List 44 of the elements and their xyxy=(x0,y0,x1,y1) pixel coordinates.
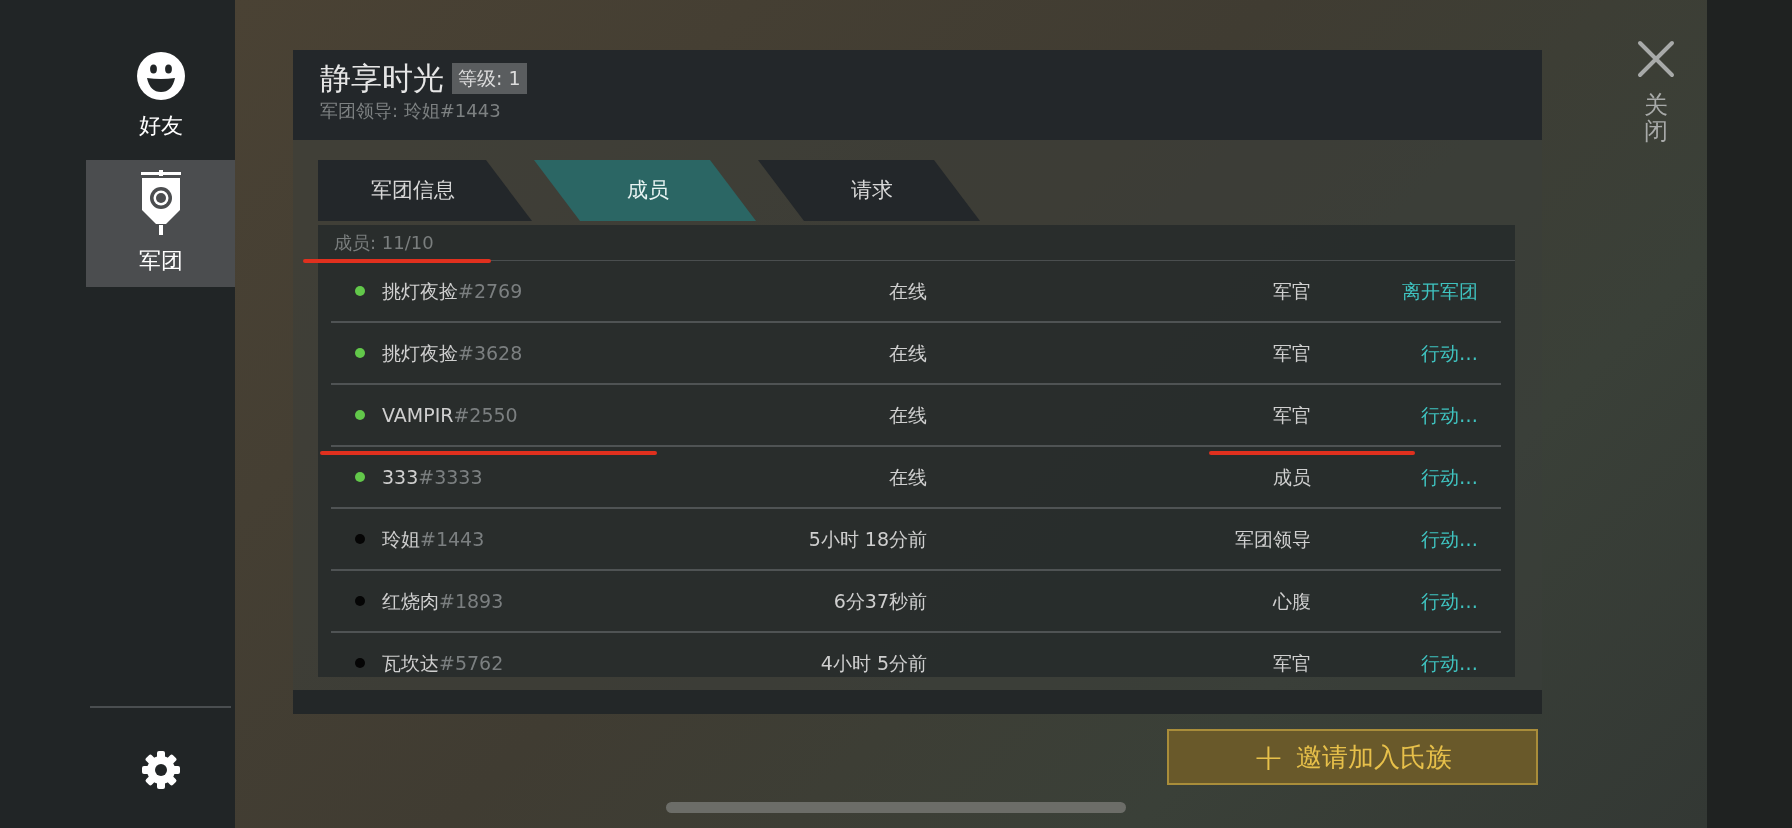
member-name: 玲姐#1443 xyxy=(382,526,486,552)
invite-button[interactable]: + 邀请加入氏族 xyxy=(1167,729,1538,785)
members-count: 成员: 11/10 xyxy=(334,231,434,255)
member-role: 成员 xyxy=(1272,464,1311,490)
member-name: 挑灯夜捡#3628 xyxy=(382,340,524,366)
member-status: 在线 xyxy=(888,278,927,304)
member-name: 瓦坎达#5762 xyxy=(382,650,505,676)
smiley-icon xyxy=(135,51,186,101)
leader-label: 军团领导: 玲姐#1443 xyxy=(320,99,502,124)
member-role: 军官 xyxy=(1272,340,1311,366)
member-name: 挑灯夜捡#2769 xyxy=(382,278,524,304)
member-role: 军官 xyxy=(1272,278,1311,304)
plus-icon: + xyxy=(1252,738,1285,776)
action-link[interactable]: 离开军团 xyxy=(1311,276,1478,306)
banner-icon xyxy=(138,170,183,236)
tab[interactable]: 请求 xyxy=(758,160,980,221)
member-role: 军团领导 xyxy=(1234,526,1311,552)
action-link[interactable]: 行动… xyxy=(1311,524,1478,554)
tab[interactable]: 军团信息 xyxy=(318,160,532,221)
sidebar-item[interactable]: 军团 xyxy=(86,160,235,287)
clan-title: 静享时光 xyxy=(320,60,444,98)
action-link[interactable]: 行动… xyxy=(1311,586,1478,616)
action-link[interactable]: 行动… xyxy=(1311,338,1478,368)
member-role: 军官 xyxy=(1272,650,1311,676)
action-link[interactable]: 行动… xyxy=(1311,400,1478,430)
member-status: 6分37秒前 xyxy=(832,588,927,614)
member-status: 5小时 18分前 xyxy=(807,526,927,552)
member-name: 红烧肉#1893 xyxy=(382,588,505,614)
member-status: 在线 xyxy=(888,402,927,428)
action-link[interactable]: 行动… xyxy=(1311,648,1478,677)
close-icon[interactable] xyxy=(1637,40,1675,78)
member-name: VAMPIR#2550 xyxy=(382,402,519,428)
member-role: 军官 xyxy=(1272,402,1311,428)
close-label[interactable]: 关闭 xyxy=(1644,92,1668,145)
action-link[interactable]: 行动… xyxy=(1311,462,1478,492)
member-status: 在线 xyxy=(888,340,927,366)
member-role: 心腹 xyxy=(1272,588,1311,614)
tab[interactable]: 成员 xyxy=(534,160,756,221)
member-name: 333#3333 xyxy=(382,464,484,490)
member-status: 在线 xyxy=(888,464,927,490)
sidebar-item[interactable]: 好友 xyxy=(86,33,235,160)
settings-icon[interactable] xyxy=(140,750,181,790)
level-badge: 等级: 1 xyxy=(452,63,527,94)
member-status: 4小时 5分前 xyxy=(819,650,927,676)
